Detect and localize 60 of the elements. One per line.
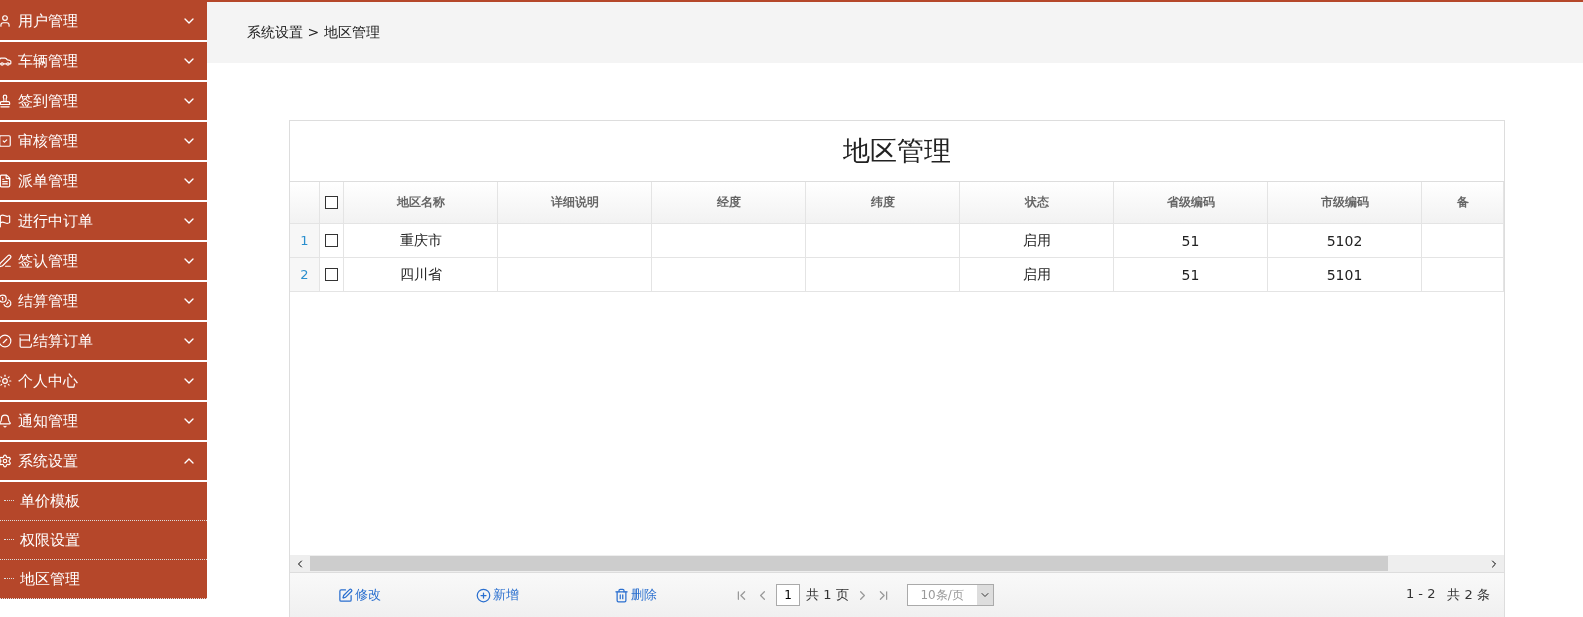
breadcrumb: 系统设置 > 地区管理: [247, 23, 380, 42]
checkbox[interactable]: [325, 234, 338, 247]
bell-icon: [0, 414, 12, 428]
sidebar-item[interactable]: 派单管理: [0, 162, 207, 202]
checkbox[interactable]: [325, 196, 338, 209]
table-cell: 5102: [1268, 224, 1422, 258]
sidebar-item[interactable]: 通知管理: [0, 402, 207, 442]
total-pages: 共 1 页: [806, 586, 849, 604]
column-header: 详细说明: [498, 182, 652, 224]
sidebar-item[interactable]: 进行中订单: [0, 202, 207, 242]
table-cell: 启用: [960, 224, 1114, 258]
flag-icon: [0, 214, 12, 228]
sidebar-item[interactable]: 签认管理: [0, 242, 207, 282]
record-total: 共 2 条: [1447, 586, 1490, 604]
edit-button[interactable]: 修改: [290, 586, 428, 604]
column-header: 省级编码: [1114, 182, 1268, 224]
column-header: 经度: [652, 182, 806, 224]
page-input[interactable]: 1: [776, 584, 800, 606]
pen-icon: [0, 254, 12, 268]
trash-icon: [613, 587, 629, 603]
user-icon: [0, 14, 12, 28]
row-number: 2: [290, 258, 320, 292]
plus-icon: [475, 587, 491, 603]
delete-button[interactable]: 删除: [566, 586, 704, 604]
sidebar-item[interactable]: 已结算订单: [0, 322, 207, 362]
car-icon: [0, 54, 12, 68]
checkbox[interactable]: [325, 268, 338, 281]
sun-icon: [0, 374, 12, 388]
table-cell: 启用: [960, 258, 1114, 292]
checkbox-icon: [0, 134, 12, 148]
column-header: 状态: [960, 182, 1114, 224]
column-header: 市级编码: [1268, 182, 1422, 224]
sidebar-subitem[interactable]: 地区管理: [0, 560, 207, 599]
table-cell: 5101: [1268, 258, 1422, 292]
sidebar-item[interactable]: 系统设置: [0, 442, 207, 482]
table-cell: 重庆市: [344, 224, 498, 258]
sidebar-item[interactable]: 审核管理: [0, 122, 207, 162]
page-size-select[interactable]: 10条/页: [906, 584, 994, 606]
record-range: 1 - 2: [1405, 586, 1436, 603]
coins-icon: [0, 294, 12, 308]
add-button[interactable]: 新增: [428, 586, 566, 604]
sidebar-subitem[interactable]: 权限设置: [0, 521, 207, 560]
table-cell: 51: [1114, 224, 1268, 258]
sidebar-item[interactable]: 签到管理: [0, 82, 207, 122]
sidebar-subitem[interactable]: 单价模板: [0, 482, 207, 521]
stamp-icon: [0, 94, 12, 108]
sidebar-item[interactable]: 结算管理: [0, 282, 207, 322]
column-header: 地区名称: [344, 182, 498, 224]
sidebar-item[interactable]: 用户管理: [0, 2, 207, 42]
table-cell: 四川省: [344, 258, 498, 292]
sidebar-item[interactable]: 车辆管理: [0, 42, 207, 82]
horizontal-scrollbar[interactable]: [290, 555, 1504, 572]
table-cell: 51: [1114, 258, 1268, 292]
column-header: 备: [1422, 182, 1504, 224]
column-header: 纬度: [806, 182, 960, 224]
edit-icon: [337, 587, 353, 603]
sidebar-item[interactable]: 个人中心: [0, 362, 207, 402]
settings-icon: [0, 454, 12, 468]
row-number: 1: [290, 224, 320, 258]
document-icon: [0, 174, 12, 188]
